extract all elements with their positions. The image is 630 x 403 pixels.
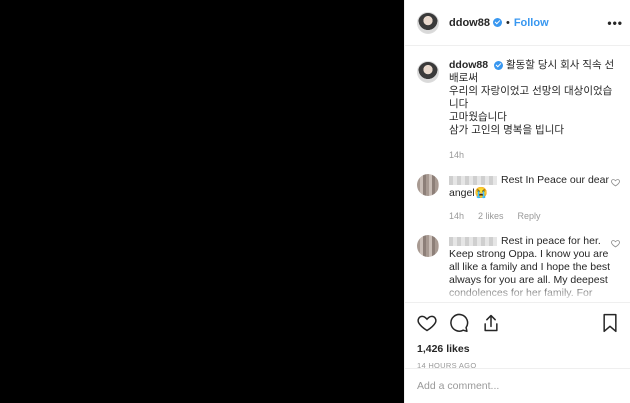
author-username[interactable]: ddow88: [449, 17, 490, 29]
comments-fade: [405, 282, 630, 302]
action-icons: [417, 311, 619, 335]
verified-badge-icon: [494, 60, 504, 70]
comment-meta: 14h 2 likes Reply: [449, 210, 611, 223]
caption-body: ddow88 활동할 당시 회사 직속 선 배로써 우리의 자랑이었고 선망의 …: [449, 59, 621, 162]
heart-icon[interactable]: [417, 313, 437, 333]
author-avatar[interactable]: [417, 11, 439, 34]
caption-username[interactable]: ddow88: [449, 59, 488, 71]
caption-line: 활동할 당시 회사 직속 선: [505, 59, 615, 71]
bookmark-icon[interactable]: [601, 313, 619, 333]
header-separator: •: [505, 16, 510, 29]
commenter-username-blurred[interactable]: [449, 175, 497, 185]
caption-avatar[interactable]: [417, 61, 439, 83]
post-caption: ddow88 활동할 당시 회사 직속 선 배로써 우리의 자랑이었고 선망의 …: [417, 59, 621, 162]
commenter-username-blurred[interactable]: [449, 236, 497, 246]
caption-line: 배로써: [449, 72, 478, 84]
commenter-avatar-blurred[interactable]: [417, 235, 439, 257]
caption-line: 삼가 고인의 명복을 빕니다: [449, 124, 565, 136]
post-media[interactable]: [0, 0, 404, 403]
post-actions: 1,426 likes 14 HOURS AGO: [405, 302, 630, 370]
comments-list[interactable]: ddow88 활동할 당시 회사 직속 선 배로써 우리의 자랑이었고 선망의 …: [405, 47, 630, 302]
comment-likes[interactable]: 2 likes: [478, 210, 504, 223]
likes-count[interactable]: 1,426 likes: [417, 343, 619, 355]
reply-button[interactable]: Reply: [518, 210, 541, 223]
caption-time[interactable]: 14h: [449, 149, 621, 162]
caption-line: 우리의 자랑이었고 선망의 대상이었습: [449, 85, 613, 97]
follow-button[interactable]: Follow: [514, 17, 549, 29]
commenter-avatar-blurred[interactable]: [417, 174, 439, 196]
add-comment-bar: [405, 368, 630, 403]
comment-like-heart-icon[interactable]: [611, 239, 621, 249]
more-options-icon[interactable]: •••: [607, 16, 623, 30]
caption-line: 고마웠습니다: [449, 111, 507, 123]
verified-badge-icon: [492, 18, 502, 27]
post-panel: ddow88 • Follow ••• ddow88 활동할 당시 회사 직속 …: [404, 0, 630, 403]
comment-input[interactable]: [417, 380, 617, 392]
comment-like-heart-icon[interactable]: [611, 178, 621, 188]
caption-line: 니다: [449, 98, 469, 110]
comment-time[interactable]: 14h: [449, 210, 464, 223]
share-arrow-icon[interactable]: [481, 313, 501, 333]
comment-body: Rest In Peace our dear angel😭 14h 2 like…: [449, 174, 611, 223]
speech-bubble-icon[interactable]: [449, 313, 469, 333]
comment-item: Rest In Peace our dear angel😭 14h 2 like…: [417, 174, 621, 223]
post-header: ddow88 • Follow •••: [405, 0, 630, 46]
